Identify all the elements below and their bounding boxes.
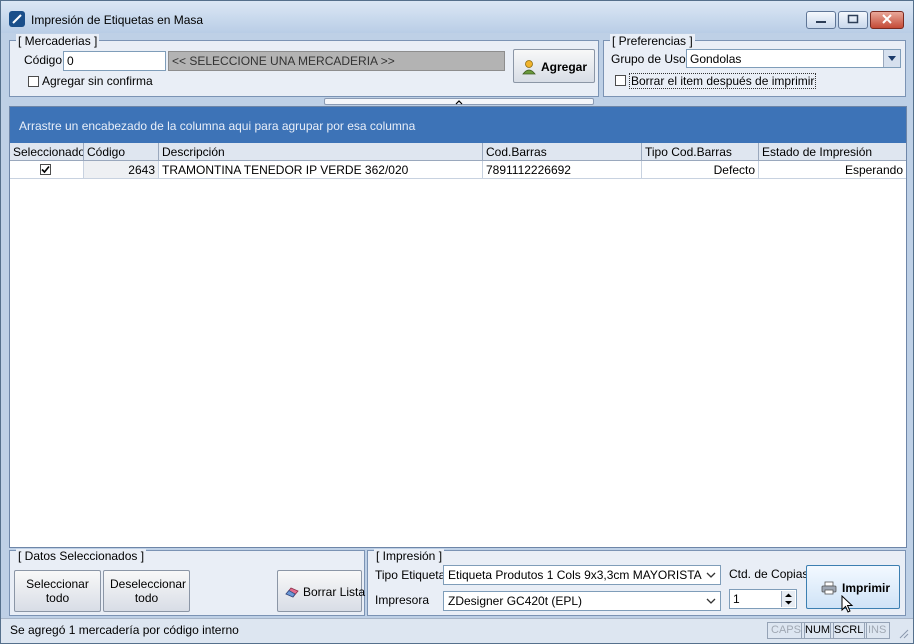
group-by-bar[interactable]: Arrastre un encabezado de la columna aqu…: [10, 107, 906, 143]
agregar-sin-confirma-checkbox[interactable]: [28, 76, 39, 87]
table-row[interactable]: 2643 TRAMONTINA TENEDOR IP VERDE 362/020…: [10, 161, 906, 179]
close-icon: [882, 14, 892, 24]
copias-label: Ctd. de Copias: [729, 567, 809, 581]
minimize-button[interactable]: [806, 11, 836, 29]
borrar-lista-label: Borrar Lista: [303, 585, 366, 599]
imprimir-label: Imprimir: [842, 581, 891, 595]
maximize-button[interactable]: [838, 11, 868, 29]
scrl-indicator: SCRL: [830, 622, 868, 639]
impresora-label: Impresora: [375, 593, 430, 607]
impresion-legend: [ Impresión ]: [374, 549, 445, 563]
main-window: Impresión de Etiquetas en Masa [ Mercade…: [0, 0, 914, 644]
chevron-down-icon[interactable]: [705, 569, 717, 581]
eraser-icon: [285, 587, 299, 598]
title-bar[interactable]: Impresión de Etiquetas en Masa: [1, 1, 913, 33]
codigo-label: Código: [24, 53, 63, 67]
chevron-up-icon: [455, 100, 463, 105]
close-button[interactable]: [870, 11, 904, 29]
copias-spinner[interactable]: [781, 591, 795, 607]
deseleccionar-todo-label: Deseleccionar todo: [110, 577, 187, 605]
mercaderia-selector[interactable]: << SELECCIONE UNA MERCADERIA >>: [168, 51, 505, 71]
preferencias-panel: [ Preferencias ] Grupo de Uso Gondolas B…: [603, 34, 906, 97]
tipo-etiqueta-label: Tipo Etiqueta: [375, 568, 446, 582]
cell-descripcion: TRAMONTINA TENEDOR IP VERDE 362/020: [159, 161, 483, 178]
borrar-lista-button[interactable]: Borrar Lista: [277, 570, 366, 612]
group-by-hint: Arrastre un encabezado de la columna aqu…: [19, 119, 416, 133]
grupo-uso-value: Gondolas: [690, 52, 742, 66]
cell-seleccionado[interactable]: [10, 161, 84, 178]
grid-header: Seleccionado Código Descripción Cod.Barr…: [10, 143, 906, 161]
seleccionar-todo-label: Seleccionar todo: [26, 577, 89, 605]
mercaderias-legend: [ Mercaderias ]: [16, 34, 100, 48]
codigo-input[interactable]: 0: [63, 51, 166, 71]
datos-seleccionados-legend: [ Datos Seleccionados ]: [16, 549, 147, 563]
borrar-item-checkbox[interactable]: [615, 75, 626, 86]
window-title: Impresión de Etiquetas en Masa: [31, 13, 204, 27]
mouse-cursor-icon: [841, 595, 854, 613]
seleccionar-todo-button[interactable]: Seleccionar todo: [14, 570, 101, 612]
borrar-item-label: Borrar el item después de imprimir: [629, 73, 817, 89]
status-message: Se agregó 1 mercadería por código intern…: [10, 623, 239, 637]
dropdown-arrow-icon[interactable]: [883, 50, 900, 67]
datos-seleccionados-panel: [ Datos Seleccionados ] Seleccionar todo…: [9, 549, 366, 616]
collapse-splitter[interactable]: [324, 98, 594, 105]
caps-indicator: CAPS: [767, 622, 805, 639]
deseleccionar-todo-button[interactable]: Deseleccionar todo: [103, 570, 190, 612]
add-user-icon: [522, 60, 536, 75]
cell-tipo-cod-barras: Defecto: [642, 161, 759, 178]
spinner-arrows-icon: [785, 593, 792, 605]
cell-codigo: 2643: [84, 161, 159, 178]
agregar-button-label: Agregar: [541, 60, 588, 74]
grupo-uso-select[interactable]: Gondolas: [686, 49, 901, 68]
col-header-cod-barras[interactable]: Cod.Barras: [483, 143, 642, 160]
ins-indicator: INS: [864, 622, 891, 639]
mercaderias-panel: [ Mercaderias ] Código 0 << SELECCIONE U…: [9, 34, 599, 97]
printer-icon: [821, 581, 837, 595]
copias-input[interactable]: 1: [729, 589, 797, 609]
checkbox-checked-icon[interactable]: [40, 164, 51, 175]
app-icon: [9, 11, 25, 27]
grupo-uso-label: Grupo de Uso: [611, 52, 686, 66]
impresora-select[interactable]: ZDesigner GC420t (EPL): [443, 591, 721, 611]
col-header-seleccionado[interactable]: Seleccionado: [10, 143, 84, 160]
agregar-button[interactable]: Agregar: [513, 49, 595, 83]
tipo-etiqueta-select[interactable]: Etiqueta Produtos 1 Cols 9x3,3cm MAYORIS…: [443, 565, 721, 585]
items-grid[interactable]: Arrastre un encabezado de la columna aqu…: [9, 106, 907, 548]
tipo-etiqueta-value: Etiqueta Produtos 1 Cols 9x3,3cm MAYORIS…: [448, 568, 702, 582]
preferencias-legend: [ Preferencias ]: [610, 34, 695, 48]
cell-estado: Esperando: [844, 163, 903, 177]
minimize-icon: [816, 21, 826, 23]
col-header-estado[interactable]: Estado de Impresión: [759, 143, 906, 160]
copias-value: 1: [733, 592, 740, 606]
col-header-descripcion[interactable]: Descripción: [159, 143, 483, 160]
status-bar: Se agregó 1 mercadería por código intern…: [1, 618, 913, 643]
agregar-sin-confirma-label: Agregar sin confirma: [42, 74, 153, 88]
impresion-panel: [ Impresión ] Tipo Etiqueta Etiqueta Pro…: [367, 549, 906, 616]
cell-cod-barras: 7891112226692: [483, 161, 642, 178]
impresora-value: ZDesigner GC420t (EPL): [448, 594, 583, 608]
resize-grip-icon[interactable]: [899, 629, 909, 639]
col-header-tipo-cod-barras[interactable]: Tipo Cod.Barras: [642, 143, 759, 160]
chevron-down-icon[interactable]: [705, 595, 717, 607]
maximize-icon: [847, 14, 859, 24]
col-header-codigo[interactable]: Código: [84, 143, 159, 160]
